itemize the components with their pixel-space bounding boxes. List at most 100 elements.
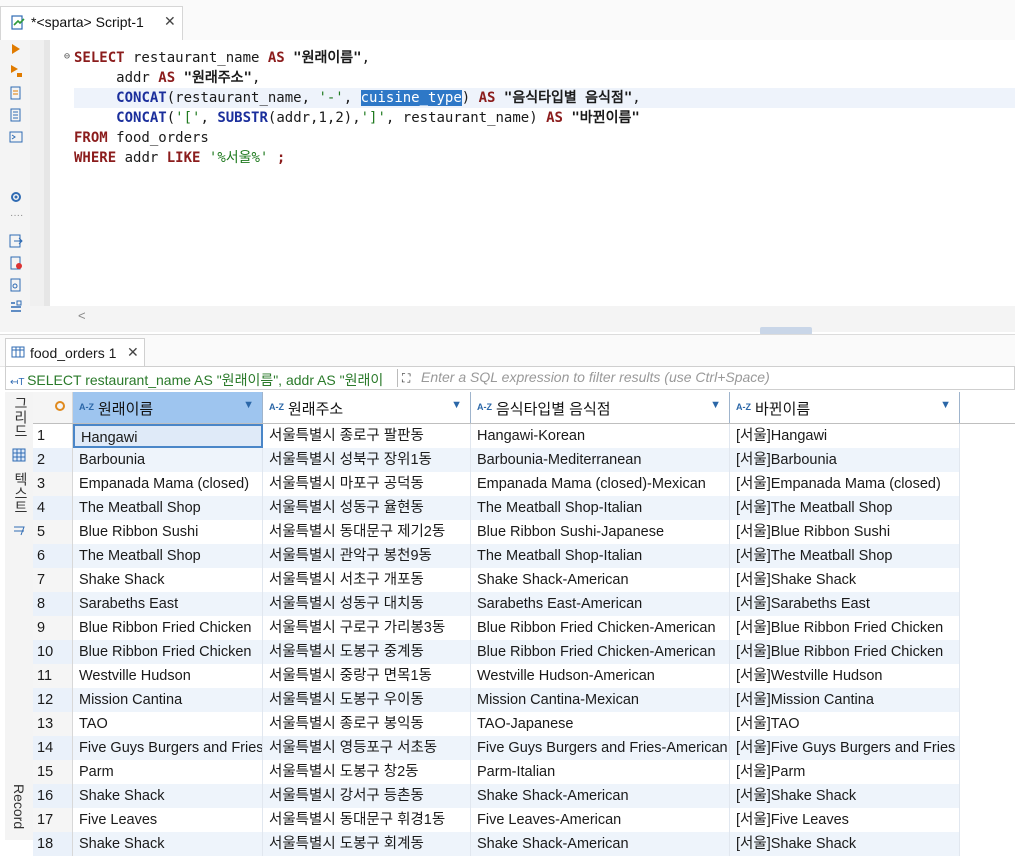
table-row[interactable]: 5 Blue Ribbon Sushi 서울특별시 동대문구 제기2동 Blue Ri… xyxy=(33,520,960,544)
table-row[interactable]: 13 TAO 서울특별시 종로구 봉익동 TAO-Japanese [서울]TAO xyxy=(33,712,960,736)
table-cell[interactable]: Five Guys Burgers and Fries-American xyxy=(471,736,730,760)
load-script-icon[interactable] xyxy=(9,108,23,122)
table-row[interactable]: 6 The Meatball Shop 서울특별시 관악구 봉천9동 The Meat… xyxy=(33,544,960,568)
table-cell[interactable]: Parm-Italian xyxy=(471,760,730,784)
table-cell[interactable]: [서울]The Meatball Shop xyxy=(730,496,960,520)
grid-view-tab[interactable]: 그리드 xyxy=(11,396,31,438)
sql-editor[interactable]: ⊖ SELECT restaurant_name AS "원래이름", addr… xyxy=(50,40,1015,306)
row-number[interactable]: 8 xyxy=(33,592,73,616)
query-text-display[interactable]: ↤T SELECT restaurant_name AS "원래이름", add… xyxy=(10,370,395,390)
execute-script-icon[interactable] xyxy=(9,64,23,78)
table-row[interactable]: 7 Shake Shack 서울특별시 서초구 개포동 Shake Shack-Ame… xyxy=(33,568,960,592)
table-cell[interactable]: Shake Shack-American xyxy=(471,568,730,592)
table-cell[interactable]: Barbounia-Mediterranean xyxy=(471,448,730,472)
sort-text-icon[interactable]: A-Z xyxy=(736,402,751,412)
results-grid[interactable]: A-Z 원래이름 ▼ A-Z 원래주소 ▼ A-Z 음식타입별 음식점 ▼ A-Z 바뀐이름 ▼… xyxy=(33,392,1015,856)
table-cell[interactable]: [서울]The Meatball Shop xyxy=(730,544,960,568)
table-cell[interactable]: 서울특별시 종로구 팔판동 xyxy=(263,424,471,448)
table-cell[interactable]: Sarabeths East xyxy=(73,592,263,616)
table-row[interactable]: 15 Parm 서울특별시 도봉구 창2동 Parm-Italian [서울]Parm xyxy=(33,760,960,784)
table-cell[interactable]: [서울]Blue Ribbon Fried Chicken xyxy=(730,616,960,640)
editor-horizontal-scrollbar[interactable]: < xyxy=(30,306,1015,332)
chevron-down-icon[interactable]: ▼ xyxy=(451,399,462,411)
terminal-icon[interactable] xyxy=(9,130,23,144)
table-row[interactable]: 12 Mission Cantina 서울특별시 도봉구 우이동 Mission Ca… xyxy=(33,688,960,712)
row-number[interactable]: 14 xyxy=(33,736,73,760)
table-cell[interactable]: [서울]Shake Shack xyxy=(730,832,960,856)
table-cell[interactable]: Blue Ribbon Fried Chicken xyxy=(73,640,263,664)
table-row[interactable]: 18 Shake Shack 서울특별시 도봉구 회계동 Shake Shack-Am… xyxy=(33,832,960,856)
sql-line[interactable]: FROM food_orders xyxy=(74,128,209,148)
filter-expand-icon[interactable]: ⛶ xyxy=(402,371,410,386)
table-row[interactable]: 16 Shake Shack 서울특별시 강서구 등촌동 Shake Shack-Am… xyxy=(33,784,960,808)
sort-text-icon[interactable]: A-Z xyxy=(269,402,284,412)
table-cell[interactable]: Shake Shack xyxy=(73,832,263,856)
table-cell[interactable]: Shake Shack xyxy=(73,568,263,592)
scroll-left-icon[interactable]: < xyxy=(78,308,86,323)
table-cell[interactable]: [서울]Blue Ribbon Fried Chicken xyxy=(730,640,960,664)
table-cell[interactable]: 서울특별시 관악구 봉천9동 xyxy=(263,544,471,568)
table-cell[interactable]: Shake Shack-American xyxy=(471,784,730,808)
table-cell[interactable]: Parm xyxy=(73,760,263,784)
sql-line[interactable]: CONCAT('[', SUBSTR(addr,1,2),']', restau… xyxy=(74,108,640,128)
close-icon[interactable]: ✕ xyxy=(127,344,139,361)
table-cell[interactable]: Five Leaves xyxy=(73,808,263,832)
output-icon[interactable] xyxy=(9,278,23,292)
table-cell[interactable]: [서울]Shake Shack xyxy=(730,568,960,592)
table-row[interactable]: 8 Sarabeths East 서울특별시 성동구 대치동 Sarabeths Ea… xyxy=(33,592,960,616)
table-cell[interactable]: Mission Cantina-Mexican xyxy=(471,688,730,712)
row-number[interactable]: 12 xyxy=(33,688,73,712)
table-cell[interactable]: Blue Ribbon Fried Chicken-American xyxy=(471,640,730,664)
table-cell[interactable]: Westville Hudson-American xyxy=(471,664,730,688)
table-cell[interactable]: 서울특별시 구로구 가리봉3동 xyxy=(263,616,471,640)
table-cell[interactable]: 서울특별시 성북구 장위1동 xyxy=(263,448,471,472)
editor-tab-script-1[interactable]: *<sparta> Script-1 ✕ xyxy=(0,6,183,40)
table-row[interactable]: 9 Blue Ribbon Fried Chicken 서울특별시 구로구 가리봉3… xyxy=(33,616,960,640)
chevron-down-icon[interactable]: ▼ xyxy=(243,399,254,411)
table-cell[interactable]: 서울특별시 강서구 등촌동 xyxy=(263,784,471,808)
table-row[interactable]: 1 Hangawi 서울특별시 종로구 팔판동 Hangawi-Korean [서울]H… xyxy=(33,424,960,448)
settings-icon[interactable] xyxy=(9,190,23,204)
export-icon[interactable] xyxy=(9,234,23,248)
table-row[interactable]: 14 Five Guys Burgers and Fries 서울특별시 영등포구 … xyxy=(33,736,960,760)
row-number[interactable]: 1 xyxy=(33,424,73,448)
column-header-original-address[interactable]: A-Z 원래주소 ▼ xyxy=(263,392,471,423)
table-cell[interactable]: TAO xyxy=(73,712,263,736)
table-cell[interactable]: [서울]TAO xyxy=(730,712,960,736)
table-cell[interactable]: 서울특별시 마포구 공덕동 xyxy=(263,472,471,496)
table-cell[interactable]: [서울]Five Guys Burgers and Fries xyxy=(730,736,960,760)
table-cell[interactable]: [서울]Parm xyxy=(730,760,960,784)
grid-icon[interactable] xyxy=(12,448,26,462)
table-cell[interactable]: Five Guys Burgers and Fries xyxy=(73,736,263,760)
table-cell[interactable]: 서울특별시 도봉구 회계동 xyxy=(263,832,471,856)
row-number[interactable]: 18 xyxy=(33,832,73,856)
table-cell[interactable]: [서울]Empanada Mama (closed) xyxy=(730,472,960,496)
row-number[interactable]: 4 xyxy=(33,496,73,520)
table-cell[interactable]: 서울특별시 종로구 봉익동 xyxy=(263,712,471,736)
table-cell[interactable]: [서울]Westville Hudson xyxy=(730,664,960,688)
table-cell[interactable]: Hangawi xyxy=(73,424,263,448)
row-number[interactable]: 3 xyxy=(33,472,73,496)
row-number[interactable]: 5 xyxy=(33,520,73,544)
row-number[interactable]: 9 xyxy=(33,616,73,640)
table-row[interactable]: 17 Five Leaves 서울특별시 동대문구 휘경1동 Five Leaves-… xyxy=(33,808,960,832)
table-cell[interactable]: 서울특별시 성동구 율현동 xyxy=(263,496,471,520)
table-cell[interactable]: 서울특별시 서초구 개포동 xyxy=(263,568,471,592)
table-cell[interactable]: Shake Shack-American xyxy=(471,832,730,856)
table-row[interactable]: 3 Empanada Mama (closed) 서울특별시 마포구 공덕동 Empa… xyxy=(33,472,960,496)
row-number[interactable]: 2 xyxy=(33,448,73,472)
row-number[interactable]: 6 xyxy=(33,544,73,568)
explain-plan-icon[interactable] xyxy=(9,86,23,100)
table-cell[interactable]: [서울]Five Leaves xyxy=(730,808,960,832)
table-cell[interactable]: [서울]Sarabeths East xyxy=(730,592,960,616)
sql-line[interactable]: addr AS "원래주소", xyxy=(74,68,260,88)
table-cell[interactable]: The Meatball Shop xyxy=(73,544,263,568)
row-number[interactable]: 10 xyxy=(33,640,73,664)
row-number[interactable]: 15 xyxy=(33,760,73,784)
row-number[interactable]: 7 xyxy=(33,568,73,592)
row-number[interactable]: 17 xyxy=(33,808,73,832)
table-cell[interactable]: Blue Ribbon Fried Chicken xyxy=(73,616,263,640)
row-number[interactable]: 11 xyxy=(33,664,73,688)
table-cell[interactable]: 서울특별시 중랑구 면목1동 xyxy=(263,664,471,688)
row-number-header[interactable] xyxy=(33,392,73,423)
